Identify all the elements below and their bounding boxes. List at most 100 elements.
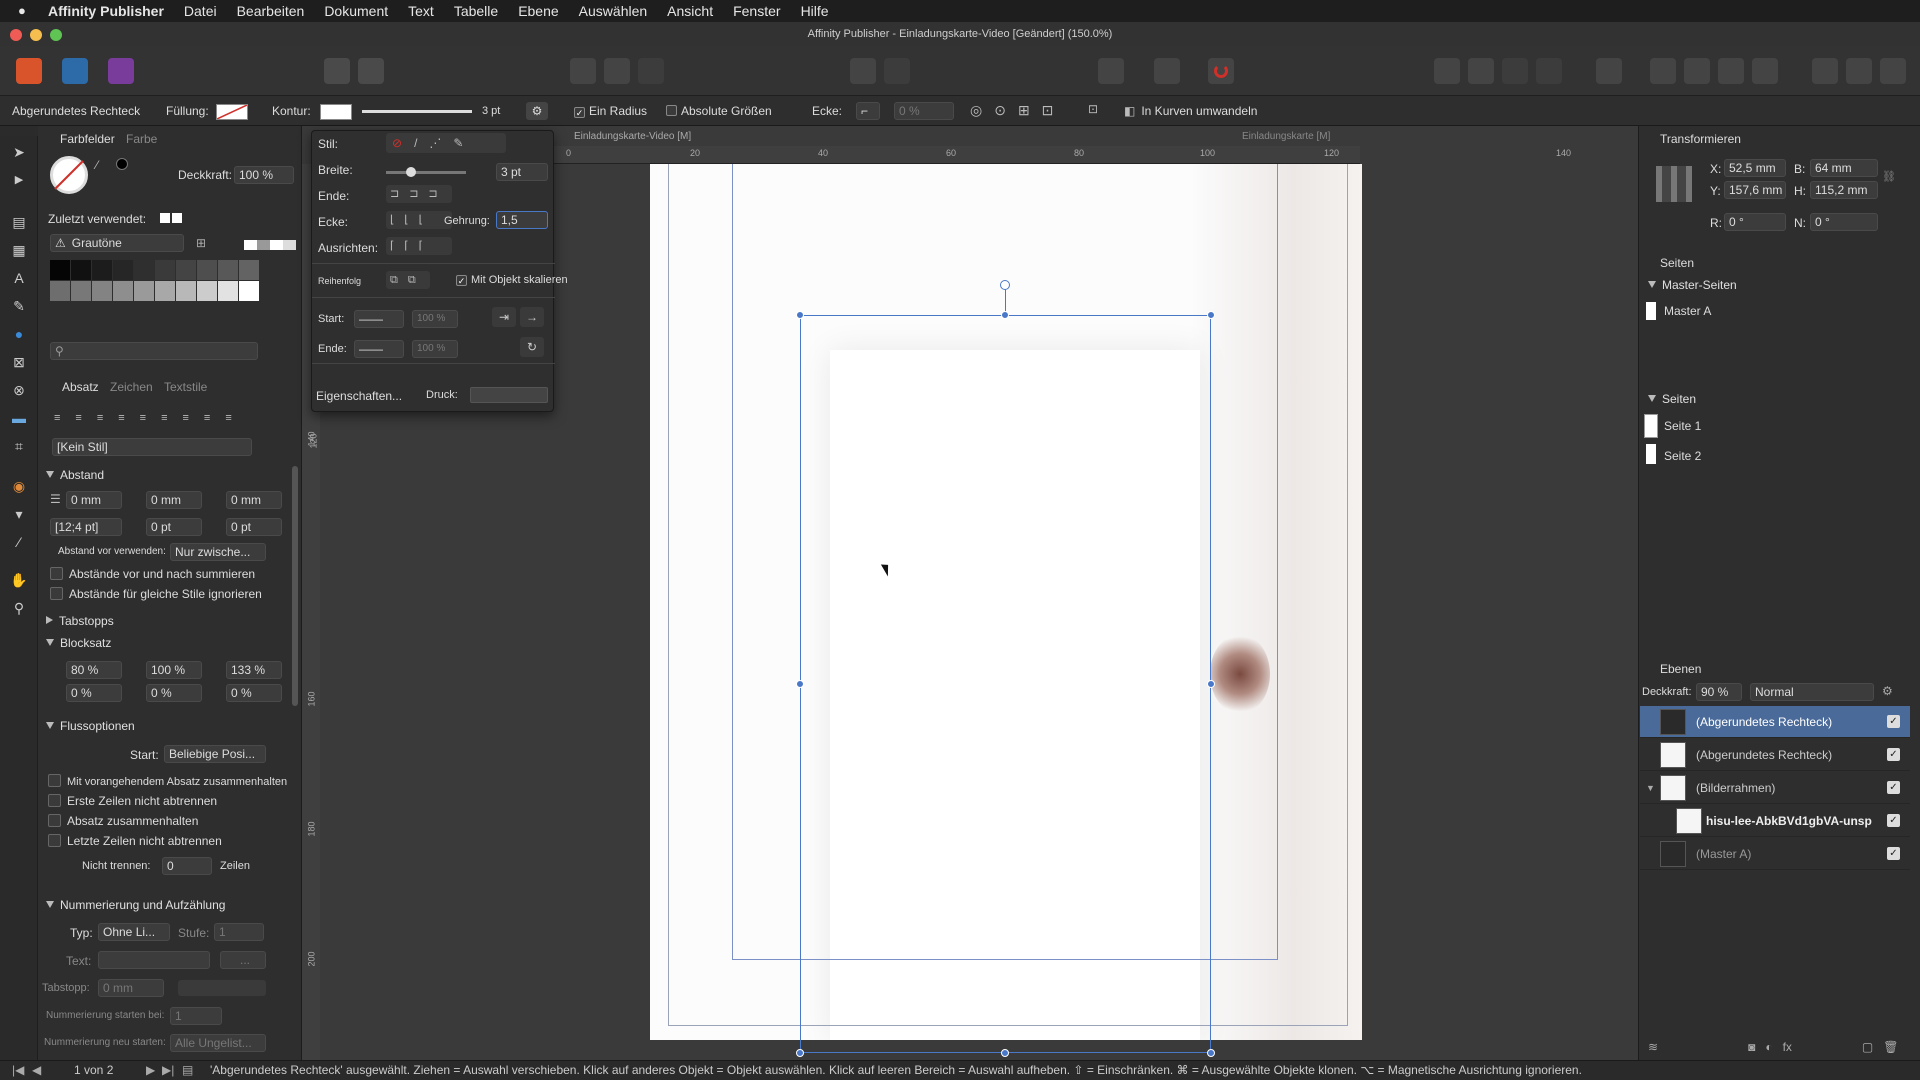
gray-swatch-grid[interactable] <box>50 260 280 302</box>
page-2-thumbnail[interactable] <box>1646 444 1656 464</box>
place-image-tool-icon[interactable]: ▬ <box>9 408 29 428</box>
arrow-direction-icon[interactable]: → <box>520 307 544 327</box>
section-tabs[interactable]: Tabstopps <box>46 614 114 628</box>
layers-stack-icon[interactable]: ≋ <box>1648 1040 1658 1054</box>
transform-panel-title[interactable]: Transformieren <box>1660 132 1741 146</box>
layer-row-3[interactable]: ▼ (Bilderrahmen) ✓ <box>1640 772 1910 804</box>
menu-ebene[interactable]: Ebene <box>518 3 558 19</box>
menu-datei[interactable]: Datei <box>184 3 217 19</box>
handle-top-left[interactable] <box>796 311 804 319</box>
recent-swatch-1[interactable] <box>160 213 170 223</box>
recent-swatch-2[interactable] <box>172 213 182 223</box>
blend-mode-select[interactable]: Normal <box>1750 683 1874 701</box>
transparency-tool-icon[interactable]: ▾ <box>9 504 29 524</box>
pen-tool-icon[interactable]: ✎ <box>9 296 29 316</box>
indent-left-field[interactable]: 0 mm <box>66 491 122 509</box>
fx-icon[interactable]: fx <box>1783 1040 1792 1054</box>
stroke-swatch[interactable] <box>320 104 352 120</box>
selection-bounding-box[interactable] <box>800 315 1211 1053</box>
black-color-dot[interactable] <box>116 158 128 170</box>
letter-spacing-max-field[interactable]: 0 % <box>226 684 282 702</box>
swatch-search-input[interactable]: ⚲ <box>50 342 258 360</box>
numbering-align-buttons[interactable] <box>178 980 266 996</box>
node-tool-icon[interactable]: ▶ <box>9 170 29 190</box>
link-dimensions-icon[interactable]: ⛓ <box>1882 170 1896 183</box>
page-2-label[interactable]: Seite 2 <box>1664 449 1701 463</box>
color-picker-tool-icon[interactable]: ⁄ <box>9 532 29 552</box>
menu-dokument[interactable]: Dokument <box>324 3 388 19</box>
pages-section[interactable]: Seiten <box>1648 392 1696 406</box>
cb-last-lines[interactable]: Letzte Zeilen nicht abtrennen <box>48 834 222 848</box>
stroke-cap-buttons[interactable]: ⊐⊐⊐ <box>386 185 452 203</box>
master-pages-section[interactable]: Master-Seiten <box>1648 278 1737 292</box>
stroke-width-thumb[interactable] <box>406 167 416 177</box>
menu-text[interactable]: Text <box>408 3 434 19</box>
spread-icon[interactable] <box>638 58 664 84</box>
letter-spacing-desired-field[interactable]: 0 % <box>146 684 202 702</box>
delete-layer-icon[interactable]: 🗑 <box>1883 1040 1898 1054</box>
flip-vertical-icon[interactable] <box>1684 58 1710 84</box>
transform-origin-icons[interactable]: ◎⊙⊞⊡ <box>970 102 1090 120</box>
arrow-end-scale[interactable]: 100 % <box>412 340 458 358</box>
handle-bottom-left[interactable] <box>796 1049 804 1057</box>
pin-icon[interactable] <box>850 58 876 84</box>
add-mask-icon[interactable]: ◙ <box>1748 1040 1755 1054</box>
first-page-icon[interactable]: |◀ <box>12 1061 24 1080</box>
handle-top-right[interactable] <box>1207 311 1215 319</box>
cb-first-lines[interactable]: Erste Zeilen nicht abtrennen <box>48 794 217 808</box>
letter-spacing-min-field[interactable]: 0 % <box>66 684 122 702</box>
last-page-icon[interactable]: ▶| <box>162 1061 174 1080</box>
corner-value-field[interactable]: 0 % <box>894 102 954 120</box>
fill-stroke-well[interactable] <box>50 156 88 194</box>
handle-top-center[interactable] <box>1001 311 1009 319</box>
picture-frame-tool-icon[interactable]: ⊠ <box>9 352 29 372</box>
layer-1-visibility-checkbox[interactable]: ✓ <box>1887 715 1900 728</box>
designer-persona-icon[interactable] <box>62 58 88 84</box>
menu-auswaehlen[interactable]: Auswählen <box>579 3 648 19</box>
arrange-front-icon[interactable] <box>1502 58 1528 84</box>
menu-app[interactable]: Affinity Publisher <box>48 3 164 19</box>
zoom-window-button[interactable] <box>50 29 62 41</box>
layer-5-visibility-checkbox[interactable]: ✓ <box>1887 847 1900 860</box>
numbering-text-more-button[interactable]: ... <box>220 951 266 969</box>
numbering-level-field[interactable]: 1 <box>214 923 264 941</box>
layer-opacity-field[interactable]: 90 % <box>1696 683 1742 701</box>
close-window-button[interactable] <box>10 29 22 41</box>
snapping-magnet-icon[interactable] <box>1208 58 1234 84</box>
indent-first-field[interactable]: 0 mm <box>226 491 282 509</box>
corner-type-select[interactable]: ⌐ <box>856 102 880 120</box>
word-spacing-desired-field[interactable]: 100 % <box>146 661 202 679</box>
stroke-order-buttons[interactable]: ⧉⧉ <box>386 271 430 289</box>
layer-4-visibility-checkbox[interactable]: ✓ <box>1887 814 1900 827</box>
preview-mode-icon[interactable] <box>1098 58 1124 84</box>
no-break-field[interactable]: 0 <box>162 857 212 875</box>
tab-swatches[interactable]: Farbfelder <box>60 132 115 146</box>
page-options-icon[interactable]: ▤ <box>182 1061 193 1080</box>
palette-select[interactable]: ⚠ Grautöne <box>50 234 184 252</box>
x-field[interactable]: 52,5 mm <box>1724 159 1786 177</box>
cb-ignore-spacing[interactable]: Abstände für gleiche Stile ignorieren <box>50 587 262 601</box>
arrow-start-scale[interactable]: 100 % <box>412 310 458 328</box>
numbering-tabstop-field[interactable]: 0 mm <box>98 979 164 997</box>
stroke-width-field[interactable]: 3 pt <box>496 163 548 181</box>
horizontal-ruler[interactable]: 0 20 40 60 80 100 120 <box>550 146 1360 164</box>
handle-middle-left[interactable] <box>796 680 804 688</box>
rotate-left-icon[interactable] <box>1718 58 1744 84</box>
section-justification[interactable]: Blocksatz <box>46 636 111 650</box>
handle-middle-right[interactable] <box>1207 680 1215 688</box>
text-frame-icon[interactable] <box>1154 58 1180 84</box>
table-tool-icon[interactable]: ▦ <box>9 240 29 260</box>
section-numbering[interactable]: Nummerierung und Aufzählung <box>46 898 225 912</box>
convert-to-curves-button[interactable]: ◧ In Kurven umwandeln <box>1124 96 1257 126</box>
tab-color[interactable]: Farbe <box>126 132 157 146</box>
adjustment-icon[interactable]: ◐ <box>1765 1040 1772 1054</box>
indent-right-field[interactable]: 0 mm <box>146 491 202 509</box>
leading-field[interactable]: [12;4 pt] <box>50 518 122 536</box>
cb-keep-with-previous[interactable]: Mit vorangehendem Absatz zusammenhalten <box>48 774 287 788</box>
cb-keep-together[interactable]: Absatz zusammenhalten <box>48 814 198 828</box>
layer-row-1[interactable]: (Abgerundetes Rechteck) ✓ <box>1640 706 1910 738</box>
layer-2-visibility-checkbox[interactable]: ✓ <box>1887 748 1900 761</box>
master-a-label[interactable]: Master A <box>1664 304 1711 318</box>
section-spacing[interactable]: Abstand <box>46 468 104 482</box>
shear-field[interactable]: 0 ° <box>1810 213 1878 231</box>
